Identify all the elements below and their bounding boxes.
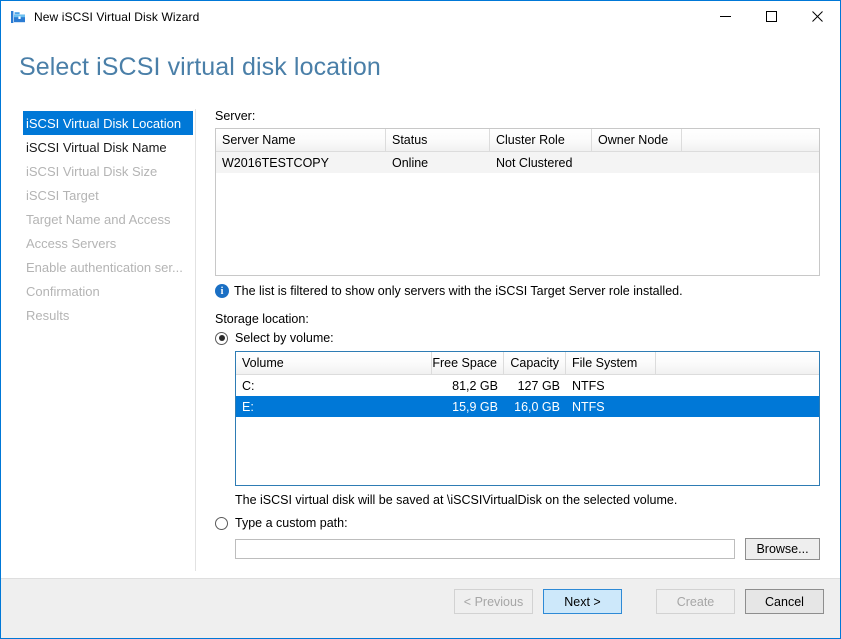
column-header-filler: [656, 352, 819, 374]
sidebar-item-label: iSCSI Virtual Disk Location: [26, 116, 181, 131]
column-header-status[interactable]: Status: [386, 129, 490, 151]
sidebar-item-label: Results: [26, 308, 69, 323]
custom-path-radio[interactable]: [215, 517, 228, 530]
volume-table[interactable]: Volume Free Space Capacity File System C…: [235, 351, 820, 486]
sidebar-item-label: Target Name and Access: [26, 212, 171, 227]
volume-table-body: C: 81,2 GB 127 GB NTFS E: 15,9 GB 16,0 G…: [236, 375, 819, 485]
column-header-server-name[interactable]: Server Name: [216, 129, 386, 151]
window-title: New iSCSI Virtual Disk Wizard: [34, 10, 199, 24]
storage-location-label: Storage location:: [215, 312, 820, 326]
minimize-icon[interactable]: [702, 1, 748, 32]
filter-info-message: i The list is filtered to show only serv…: [215, 284, 820, 298]
table-row[interactable]: E: 15,9 GB 16,0 GB NTFS: [236, 396, 819, 417]
wizard-toolbox-icon: [10, 9, 26, 25]
column-header-capacity[interactable]: Capacity: [504, 352, 566, 374]
sidebar-item-label: iSCSI Virtual Disk Name: [26, 140, 167, 155]
window-controls: [702, 1, 840, 32]
sidebar-item-confirmation: Confirmation: [1, 279, 193, 303]
sidebar-item-label: Enable authentication ser...: [26, 260, 183, 275]
wizard-window: New iSCSI Virtual Disk Wizard Select iSC…: [0, 0, 841, 639]
wizard-steps-sidebar: iSCSI Virtual Disk Location iSCSI Virtua…: [1, 111, 193, 327]
custom-path-label: Type a custom path:: [235, 516, 348, 530]
cell-cluster-role: Not Clustered: [490, 156, 592, 170]
sidebar-item-label: iSCSI Virtual Disk Size: [26, 164, 157, 179]
sidebar-item-iscsi-target: iSCSI Target: [1, 183, 193, 207]
cell-free-space: 15,9 GB: [432, 400, 504, 414]
sidebar-item-iscsi-virtual-disk-name[interactable]: iSCSI Virtual Disk Name: [1, 135, 193, 159]
select-by-volume-radio-row[interactable]: Select by volume:: [215, 331, 820, 345]
column-header-cluster-role[interactable]: Cluster Role: [490, 129, 592, 151]
cell-free-space: 81,2 GB: [432, 379, 504, 393]
cell-file-system: NTFS: [566, 379, 656, 393]
cell-status: Online: [386, 156, 490, 170]
save-path-hint: The iSCSI virtual disk will be saved at …: [235, 493, 820, 507]
custom-path-radio-row[interactable]: Type a custom path:: [215, 516, 820, 530]
cell-capacity: 16,0 GB: [504, 400, 566, 414]
sidebar-item-label: Confirmation: [26, 284, 100, 299]
column-header-owner-node[interactable]: Owner Node: [592, 129, 682, 151]
sidebar-divider: [195, 109, 196, 571]
sidebar-item-enable-authentication: Enable authentication ser...: [1, 255, 193, 279]
sidebar-item-target-name-and-access: Target Name and Access: [1, 207, 193, 231]
info-icon: i: [215, 284, 229, 298]
sidebar-item-iscsi-virtual-disk-location[interactable]: iSCSI Virtual Disk Location: [23, 111, 193, 135]
wizard-footer: < Previous Next > Create Cancel: [1, 578, 840, 638]
browse-button[interactable]: Browse...: [745, 538, 820, 560]
column-header-filler: [682, 129, 819, 151]
column-header-free-space[interactable]: Free Space: [432, 352, 504, 374]
select-by-volume-radio[interactable]: [215, 332, 228, 345]
filter-info-text: The list is filtered to show only server…: [234, 284, 683, 298]
wizard-content: iSCSI Virtual Disk Location iSCSI Virtua…: [1, 101, 840, 578]
column-header-file-system[interactable]: File System: [566, 352, 656, 374]
sidebar-item-iscsi-virtual-disk-size: iSCSI Virtual Disk Size: [1, 159, 193, 183]
maximize-icon[interactable]: [748, 1, 794, 32]
sidebar-item-label: iSCSI Target: [26, 188, 99, 203]
title-bar: New iSCSI Virtual Disk Wizard: [1, 1, 840, 32]
footer-buttons: < Previous Next > Create Cancel: [444, 589, 824, 614]
cancel-button[interactable]: Cancel: [745, 589, 824, 614]
table-row[interactable]: W2016TESTCOPY Online Not Clustered: [216, 152, 819, 173]
table-row[interactable]: C: 81,2 GB 127 GB NTFS: [236, 375, 819, 396]
cell-capacity: 127 GB: [504, 379, 566, 393]
server-table-header: Server Name Status Cluster Role Owner No…: [216, 129, 819, 152]
create-button: Create: [656, 589, 735, 614]
server-table[interactable]: Server Name Status Cluster Role Owner No…: [215, 128, 820, 276]
close-icon[interactable]: [794, 1, 840, 32]
previous-button: < Previous: [454, 589, 533, 614]
server-label: Server:: [215, 109, 820, 123]
wizard-pane: Server: Server Name Status Cluster Role …: [215, 109, 820, 560]
server-table-body: W2016TESTCOPY Online Not Clustered: [216, 152, 819, 275]
custom-path-input[interactable]: [235, 539, 735, 559]
cell-volume: E:: [236, 400, 432, 414]
next-button[interactable]: Next >: [543, 589, 622, 614]
sidebar-item-access-servers: Access Servers: [1, 231, 193, 255]
custom-path-row: Browse...: [235, 538, 820, 560]
page-title: Select iSCSI virtual disk location: [19, 53, 381, 82]
volume-table-header: Volume Free Space Capacity File System: [236, 352, 819, 375]
sidebar-item-label: Access Servers: [26, 236, 116, 251]
select-by-volume-label: Select by volume:: [235, 331, 334, 345]
cell-file-system: NTFS: [566, 400, 656, 414]
cell-server-name: W2016TESTCOPY: [216, 156, 386, 170]
cell-volume: C:: [236, 379, 432, 393]
sidebar-item-results: Results: [1, 303, 193, 327]
column-header-volume[interactable]: Volume: [236, 352, 432, 374]
